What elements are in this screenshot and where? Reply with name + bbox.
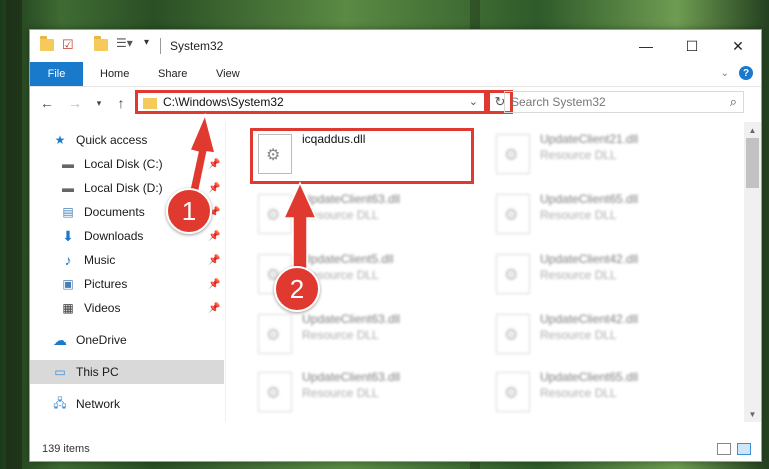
- annotation-overlay: [187, 112, 318, 273]
- callout-badge-1: 1: [166, 188, 212, 234]
- arrow-2: [282, 181, 318, 273]
- callout-badge-2: 2: [274, 266, 320, 312]
